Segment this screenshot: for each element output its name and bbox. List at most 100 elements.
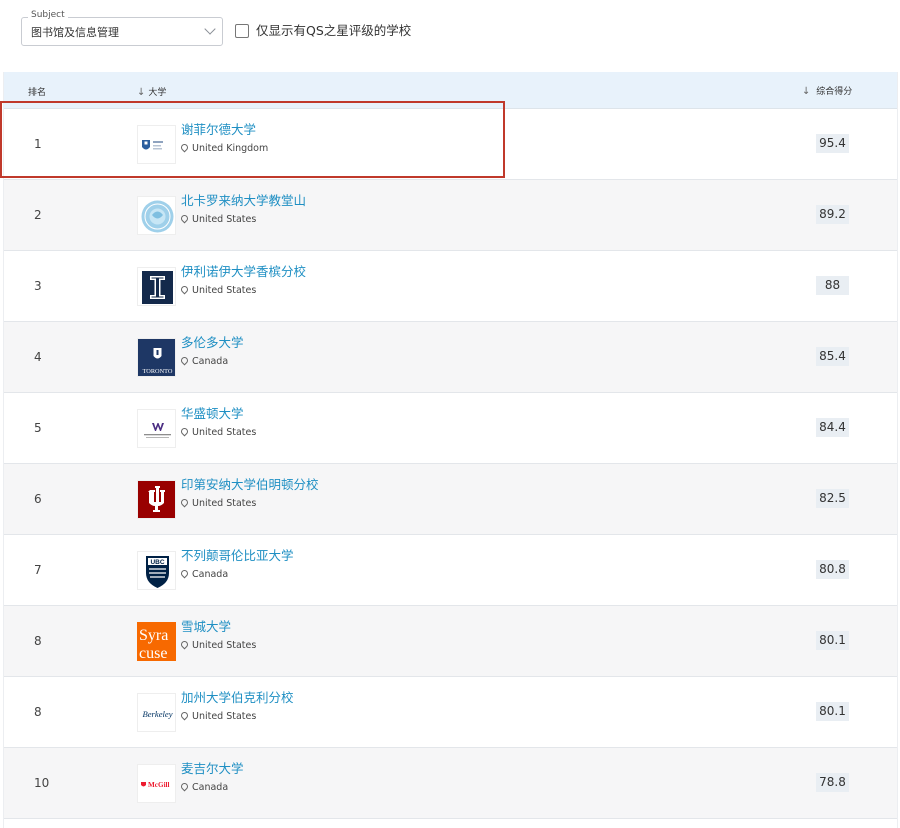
berkeley-wordmark-icon: Berkeley xyxy=(142,709,172,719)
country-label: Canada xyxy=(192,782,229,793)
toronto-crest-icon: TORONTO xyxy=(138,339,175,376)
location-pin-icon xyxy=(179,426,190,437)
header-university[interactable]: ↓ 大学 xyxy=(137,85,166,98)
table-row[interactable]: 10 McGill 麦吉尔大学 Canada 78.8 xyxy=(4,748,897,819)
country-label: Canada xyxy=(192,569,229,580)
qs-stars-checkbox[interactable] xyxy=(235,24,249,38)
location-pin-icon xyxy=(179,142,190,153)
university-country: United States xyxy=(179,497,257,510)
illinois-i-logo[interactable] xyxy=(137,267,176,306)
filter-bar: 图书馆及信息管理 Subject 仅显示有QS之星评级的学校 xyxy=(0,0,900,68)
university-country: Canada xyxy=(179,781,229,794)
rank-value: 8 xyxy=(34,634,42,648)
header-rank[interactable]: 排名 xyxy=(28,85,46,98)
university-name-link[interactable]: 印第安纳大学伯明顿分校 xyxy=(181,477,319,493)
uw-logo[interactable] xyxy=(137,409,176,448)
country-label: United States xyxy=(192,214,257,225)
university-name-link[interactable]: 谢菲尔德大学 xyxy=(181,122,256,138)
berkeley-logo[interactable]: Berkeley xyxy=(137,693,176,732)
score-badge: 88 xyxy=(816,276,849,295)
table-row[interactable]: 8 Syra cuse 雪城大学 United States 80.1 xyxy=(4,606,897,677)
university-name-link[interactable]: 多伦多大学 xyxy=(181,335,244,351)
score-badge: 85.4 xyxy=(816,347,849,366)
mcgill-wordmark: McGill xyxy=(148,781,170,789)
score-badge: 78.8 xyxy=(816,773,849,792)
location-pin-icon xyxy=(179,781,190,792)
university-name-link[interactable]: 麦吉尔大学 xyxy=(181,761,244,777)
indiana-trident-icon xyxy=(138,481,175,518)
rank-value: 1 xyxy=(34,137,42,151)
chevron-down-icon xyxy=(204,23,216,35)
toronto-wordmark: TORONTO xyxy=(143,368,173,375)
table-row[interactable]: 1 谢菲尔德大学 United Kingdom 95.4 xyxy=(4,109,897,180)
indiana-logo[interactable] xyxy=(137,480,176,519)
country-label: United States xyxy=(192,427,257,438)
country-label: United States xyxy=(192,285,257,296)
location-pin-icon xyxy=(179,639,190,650)
qs-stars-checkbox-label[interactable]: 仅显示有QS之星评级的学校 xyxy=(256,23,411,39)
score-badge: 80.8 xyxy=(816,560,849,579)
subject-select-label: Subject xyxy=(28,9,68,21)
mcgill-crest-icon: McGill xyxy=(141,781,170,789)
score-badge: 82.5 xyxy=(816,489,849,508)
syracuse-wordmark-top: Syra xyxy=(139,627,168,644)
ubc-crest-icon: UBC xyxy=(146,556,169,588)
location-pin-icon xyxy=(179,213,190,224)
university-country: United States xyxy=(179,284,257,297)
rank-value: 10 xyxy=(34,776,50,790)
score-badge: 89.2 xyxy=(816,205,849,224)
rank-value: 7 xyxy=(34,563,42,577)
syracuse-wordmark-icon: Syra cuse xyxy=(138,623,175,661)
university-name-link[interactable]: 华盛顿大学 xyxy=(181,406,244,422)
syracuse-logo[interactable]: Syra cuse xyxy=(137,622,176,661)
unc-seal-logo[interactable] xyxy=(137,196,176,235)
rank-value: 8 xyxy=(34,705,42,719)
header-score[interactable]: ↓ 综合得分 xyxy=(802,84,852,97)
sheffield-logo[interactable] xyxy=(137,125,176,164)
university-name-link[interactable]: 加州大学伯克利分校 xyxy=(181,690,294,706)
subject-select[interactable]: 图书馆及信息管理 xyxy=(21,17,223,46)
rank-value: 6 xyxy=(34,492,42,506)
header-score-label: 综合得分 xyxy=(816,87,853,97)
university-country: United States xyxy=(179,426,257,439)
rank-value: 4 xyxy=(34,350,42,364)
university-country: United States xyxy=(179,639,257,652)
university-country: United Kingdom xyxy=(179,142,269,155)
university-name-link[interactable]: 北卡罗来纳大学教堂山 xyxy=(181,193,306,209)
mcgill-logo[interactable]: McGill xyxy=(137,764,176,803)
university-name-link[interactable]: 雪城大学 xyxy=(181,619,231,635)
sort-arrow-icon: ↓ xyxy=(802,86,811,97)
table-row[interactable]: 7 UBC 不列颠哥伦比亚大学 Canada 80.8 xyxy=(4,535,897,606)
university-name-link[interactable]: 伊利诺伊大学香槟分校 xyxy=(181,264,306,280)
table-header: 排名 ↓ 大学 ↓ 综合得分 xyxy=(4,72,897,109)
syracuse-wordmark-bottom: cuse xyxy=(139,645,167,661)
uw-w-icon xyxy=(144,423,171,438)
score-badge: 80.1 xyxy=(816,631,849,650)
header-university-label: 大学 xyxy=(148,88,167,98)
table-row[interactable]: 4 TORONTO 多伦多大学 Canada 85.4 xyxy=(4,322,897,393)
subject-select-value: 图书馆及信息管理 xyxy=(31,26,119,39)
university-name-link[interactable]: 不列颠哥伦比亚大学 xyxy=(181,548,294,564)
table-row[interactable]: 2 北卡罗来纳大学教堂山 United States 89.2 xyxy=(4,180,897,251)
table-row[interactable]: 8 Berkeley 加州大学伯克利分校 United States 80.1 xyxy=(4,677,897,748)
country-label: United States xyxy=(192,640,257,651)
score-badge: 95.4 xyxy=(816,134,849,153)
country-label: United States xyxy=(192,498,257,509)
rank-value: 3 xyxy=(34,279,42,293)
table-row[interactable]: 5 华盛顿大学 United States 84.4 xyxy=(4,393,897,464)
location-pin-icon xyxy=(179,497,190,508)
country-label: United Kingdom xyxy=(192,143,269,154)
location-pin-icon xyxy=(179,568,190,579)
toronto-logo[interactable]: TORONTO xyxy=(137,338,176,377)
rankings-table: 排名 ↓ 大学 ↓ 综合得分 1 谢菲尔德大学 United Kingdom 95… xyxy=(3,72,898,828)
ubc-logo[interactable]: UBC xyxy=(137,551,176,590)
illinois-i-icon xyxy=(142,271,173,304)
rank-value: 5 xyxy=(34,421,42,435)
rank-value: 2 xyxy=(34,208,42,222)
unc-seal-icon xyxy=(141,200,174,233)
university-country: United States xyxy=(179,710,257,723)
table-row[interactable]: 6 印第安纳大学伯明顿分校 United States 82.5 xyxy=(4,464,897,535)
score-badge: 84.4 xyxy=(816,418,849,437)
table-row[interactable]: 3 伊利诺伊大学香槟分校 United States 88 xyxy=(4,251,897,322)
country-label: United States xyxy=(192,711,257,722)
